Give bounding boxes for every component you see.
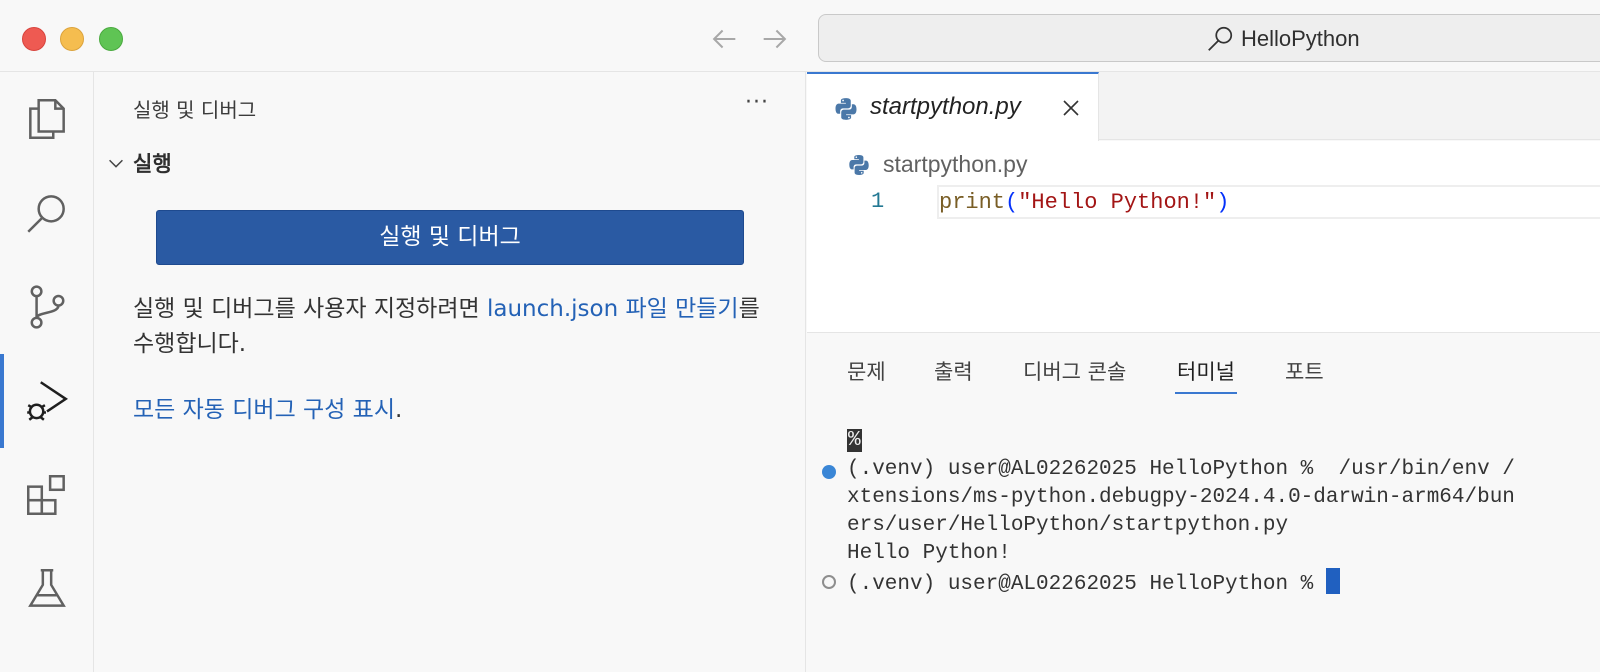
period: . [395,397,403,423]
line-number: 1 [871,189,885,214]
command-center-text: HelloPython [1241,26,1360,51]
command-center[interactable]: HelloPython [818,14,1600,62]
code-paren-open: ( [1005,190,1019,215]
create-launch-json-link[interactable]: launch.json 파일 만들기 [487,296,739,322]
code-paren-close: ) [1216,190,1230,215]
command-status-icon[interactable] [822,465,836,479]
back-arrow-icon[interactable] [707,22,741,56]
search-icon[interactable] [0,166,94,260]
prompt-status-icon [822,575,836,589]
forward-arrow-icon[interactable] [758,22,792,56]
current-line[interactable]: print("Hello Python!") [937,185,1600,219]
python-file-icon [849,154,869,175]
tab-problems[interactable]: 문제 [847,356,886,386]
terminal-line: xtensions/ms-python.debugpy-2024.4.0-dar… [847,486,1515,509]
run-section-header[interactable]: 실행 [105,148,172,178]
auto-debug-line: 모든 자동 디버그 구성 표시. [133,390,402,424]
terminal-line: (.venv) user@AL02262025 HelloPython % /u… [847,458,1515,481]
run-and-debug-button[interactable]: 실행 및 디버그 [156,210,744,265]
title-bar: HelloPython [0,0,1600,72]
terminal-marker: % [847,429,862,452]
show-auto-debug-configs-link[interactable]: 모든 자동 디버그 구성 표시 [133,397,395,423]
close-icon[interactable] [1059,96,1083,120]
zoom-window-button[interactable] [99,27,123,51]
editor-tab-bar: startpython.py [807,72,1600,141]
more-actions-icon[interactable]: ··· [745,90,769,115]
extensions-icon[interactable] [0,448,94,542]
run-debug-icon[interactable] [0,354,94,448]
code-text: print("Hello Python!") [939,190,1229,215]
tab-terminal[interactable]: 터미널 [1175,356,1237,394]
section-label: 실행 [133,152,172,176]
desc-text: 실행 및 디버그를 사용자 지정하려면 [133,296,487,322]
tab-label: startpython.py [870,93,1021,120]
tab-output[interactable]: 출력 [934,356,973,386]
tab-startpython[interactable]: startpython.py [807,72,1099,141]
breadcrumb-file: startpython.py [883,151,1028,177]
code-editor[interactable]: startpython.py 1 print("Hello Python!") [807,141,1600,333]
tab-ports[interactable]: 포트 [1285,356,1324,386]
search-icon [1205,24,1235,54]
sidebar-title: 실행 및 디버그 [133,98,257,122]
explorer-icon[interactable] [0,72,94,166]
python-file-icon [835,98,857,120]
bottom-panel: 문제 출력 디버그 콘솔 터미널 포트 % (.venv) user@AL022… [807,334,1600,672]
activity-bar [0,72,94,672]
breadcrumb[interactable]: startpython.py [847,151,1027,178]
close-window-button[interactable] [22,27,46,51]
code-string: "Hello Python!" [1018,190,1217,215]
source-control-icon[interactable] [0,260,94,354]
minimize-window-button[interactable] [60,27,84,51]
terminal-cursor [1325,568,1340,594]
terminal-marker-line: % [847,429,862,452]
chevron-down-icon [109,159,123,168]
run-debug-sidebar: 실행 및 디버그 ··· 실행 실행 및 디버그 실행 및 디버그를 사용자 지… [95,72,806,672]
terminal-prompt: (.venv) user@AL02262025 HelloPython % [847,573,1326,596]
testing-icon[interactable] [0,542,94,636]
tab-debug-console[interactable]: 디버그 콘솔 [1023,356,1126,386]
code-function: print [939,190,1006,215]
terminal-output-line: Hello Python! [847,542,1011,565]
customize-description: 실행 및 디버그를 사용자 지정하려면 launch.json 파일 만들기를 … [133,292,773,362]
terminal-prompt-line: (.venv) user@AL02262025 HelloPython % [847,568,1340,596]
terminal-line: ers/user/HelloPython/startpython.py [847,514,1289,537]
